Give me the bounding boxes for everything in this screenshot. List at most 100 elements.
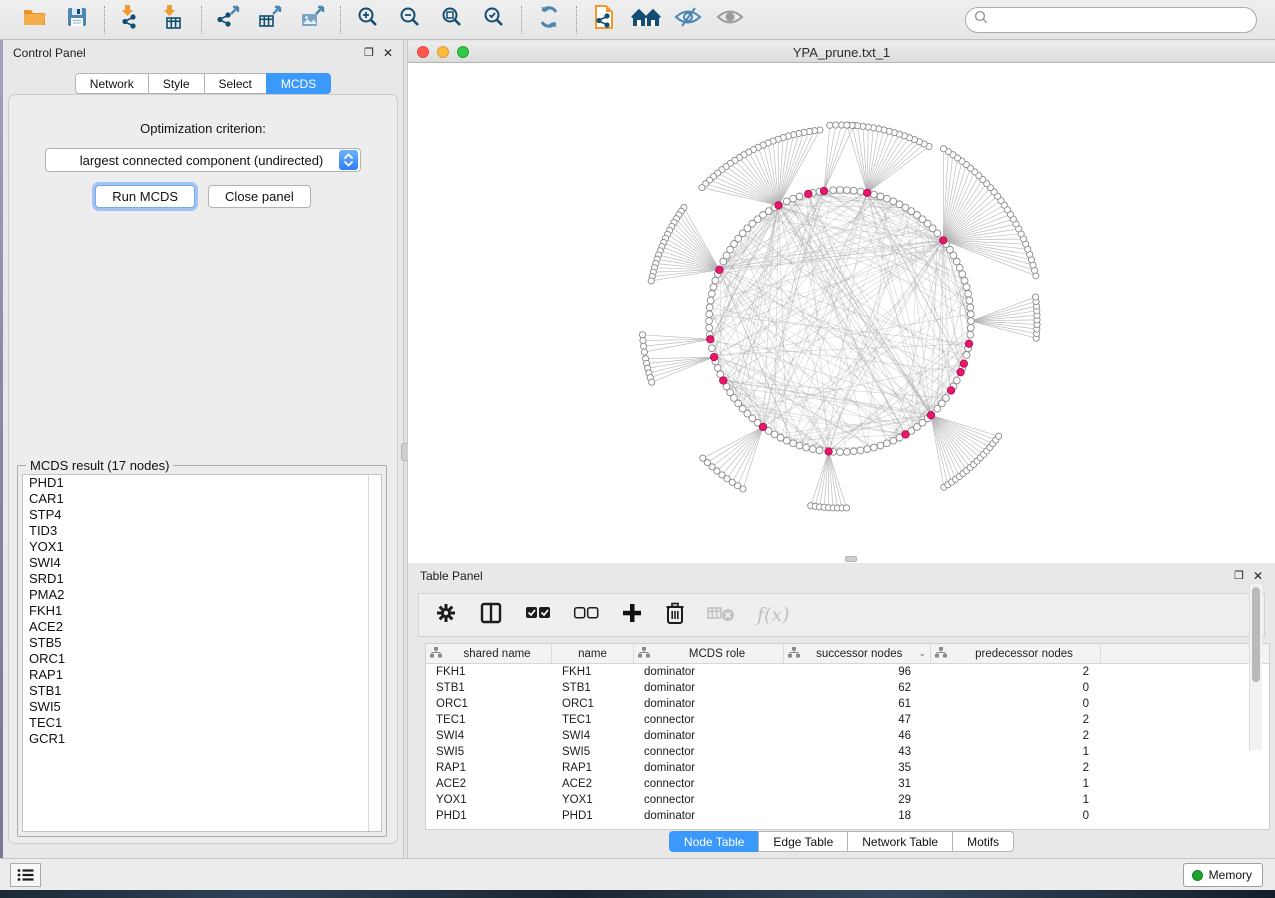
network-node[interactable] (720, 377, 727, 384)
mcds-result-item[interactable]: FKH1 (23, 603, 381, 619)
network-node[interactable] (965, 340, 972, 347)
network-node[interactable] (648, 278, 654, 284)
network-node[interactable] (965, 290, 972, 297)
column-header-name[interactable]: name (552, 644, 634, 663)
network-node[interactable] (830, 187, 837, 194)
zoom-out-button[interactable] (396, 6, 424, 34)
network-node[interactable] (884, 440, 891, 447)
tab-mcds[interactable]: MCDS (266, 73, 331, 94)
network-node[interactable] (809, 446, 816, 453)
open-session-button[interactable] (21, 6, 49, 34)
delete-entry-button[interactable] (665, 601, 685, 630)
network-node[interactable] (716, 266, 723, 273)
search-box[interactable] (965, 7, 1257, 33)
mcds-result-item[interactable]: SWI5 (23, 699, 381, 715)
network-node[interactable] (890, 437, 897, 444)
tab-style[interactable]: Style (148, 73, 204, 94)
mcds-result-list[interactable]: PHD1CAR1STP4TID3YOX1SWI4SRD1PMA2FKH1ACE2… (22, 474, 382, 832)
network-node[interactable] (967, 304, 974, 311)
save-session-button[interactable] (63, 6, 91, 34)
show-columns-button[interactable] (479, 601, 503, 630)
network-node[interactable] (649, 379, 655, 385)
float-panel-icon[interactable]: ❐ (364, 48, 374, 59)
table-row[interactable]: FKH1FKH1dominator962 (426, 664, 1269, 680)
mcds-result-item[interactable]: ORC1 (23, 651, 381, 667)
table-row[interactable]: STB1STB1dominator620 (426, 680, 1269, 696)
tab-network-table[interactable]: Network Table (847, 831, 952, 852)
mcds-result-item[interactable]: GCR1 (23, 731, 381, 747)
column-header-shared-name[interactable]: shared name (426, 644, 552, 663)
network-graph[interactable] (408, 63, 1275, 563)
hide-selected-button[interactable] (674, 6, 702, 34)
network-node[interactable] (890, 198, 897, 205)
tab-network[interactable]: Network (75, 73, 148, 94)
mcds-result-item[interactable]: PHD1 (23, 475, 381, 491)
add-entry-button[interactable] (621, 602, 643, 629)
network-node[interactable] (707, 297, 714, 304)
network-node[interactable] (837, 449, 844, 456)
network-canvas[interactable] (408, 63, 1275, 563)
network-node[interactable] (871, 444, 878, 451)
apply-layout-button[interactable] (535, 6, 563, 34)
network-node[interactable] (884, 195, 891, 202)
mcds-result-item[interactable]: SRD1 (23, 571, 381, 587)
mcds-result-item[interactable]: TEC1 (23, 715, 381, 731)
network-node[interactable] (953, 377, 960, 384)
network-node[interactable] (775, 202, 782, 209)
network-node[interactable] (639, 332, 645, 338)
table-row[interactable]: SWI4SWI4dominator462 (426, 728, 1269, 744)
horizontal-splitter-handle[interactable] (845, 556, 857, 562)
network-node[interactable] (877, 442, 884, 449)
network-node[interactable] (844, 122, 850, 128)
memory-button[interactable]: Memory (1183, 863, 1263, 887)
network-node[interactable] (710, 353, 717, 360)
network-node[interactable] (857, 188, 864, 195)
close-panel-icon[interactable]: ✕ (383, 47, 393, 59)
network-node[interactable] (707, 336, 714, 343)
network-node[interactable] (790, 195, 797, 202)
first-neighbors-button[interactable] (632, 6, 660, 34)
network-node[interactable] (759, 423, 766, 430)
network-node[interactable] (995, 433, 1001, 439)
select-all-button[interactable] (525, 606, 551, 625)
mcds-result-item[interactable]: STB5 (23, 635, 381, 651)
node-table[interactable]: shared namenameMCDS rolesuccessor nodes⌄… (425, 643, 1270, 830)
table-row[interactable]: YOX1YOX1connector291 (426, 792, 1269, 808)
network-node[interactable] (796, 442, 803, 449)
network-node[interactable] (641, 343, 647, 349)
mcds-result-item[interactable]: PMA2 (23, 587, 381, 603)
network-node[interactable] (816, 447, 823, 454)
network-node[interactable] (963, 352, 970, 359)
network-node[interactable] (927, 412, 934, 419)
mcds-result-item[interactable]: YOX1 (23, 539, 381, 555)
network-node[interactable] (714, 365, 721, 372)
show-all-button[interactable] (716, 6, 744, 34)
export-network-button[interactable] (215, 6, 243, 34)
column-header-MCDS-role[interactable]: MCDS role (634, 644, 784, 663)
search-input[interactable] (988, 12, 1248, 28)
network-node[interactable] (699, 185, 705, 191)
result-list-scrollbar[interactable] (368, 475, 381, 831)
settings-gear-button[interactable] (435, 602, 457, 629)
network-node[interactable] (827, 122, 833, 128)
network-node[interactable] (871, 191, 878, 198)
tab-node-table[interactable]: Node Table (669, 831, 759, 852)
tab-edge-table[interactable]: Edge Table (758, 831, 847, 852)
network-node[interactable] (640, 337, 646, 343)
network-node[interactable] (706, 304, 713, 311)
network-node[interactable] (783, 198, 790, 205)
deselect-all-button[interactable] (573, 606, 599, 625)
network-node[interactable] (843, 505, 849, 511)
network-node[interactable] (961, 277, 968, 284)
mcds-result-item[interactable]: STB1 (23, 683, 381, 699)
mcds-result-item[interactable]: SWI4 (23, 555, 381, 571)
network-node[interactable] (837, 187, 844, 194)
mcds-result-item[interactable]: CAR1 (23, 491, 381, 507)
network-node[interactable] (940, 237, 947, 244)
network-node[interactable] (803, 444, 810, 451)
import-network-button[interactable] (118, 6, 146, 34)
network-node[interactable] (959, 271, 966, 278)
table-row[interactable]: ACE2ACE2connector311 (426, 776, 1269, 792)
network-node[interactable] (740, 486, 746, 492)
run-mcds-button[interactable]: Run MCDS (95, 185, 195, 208)
